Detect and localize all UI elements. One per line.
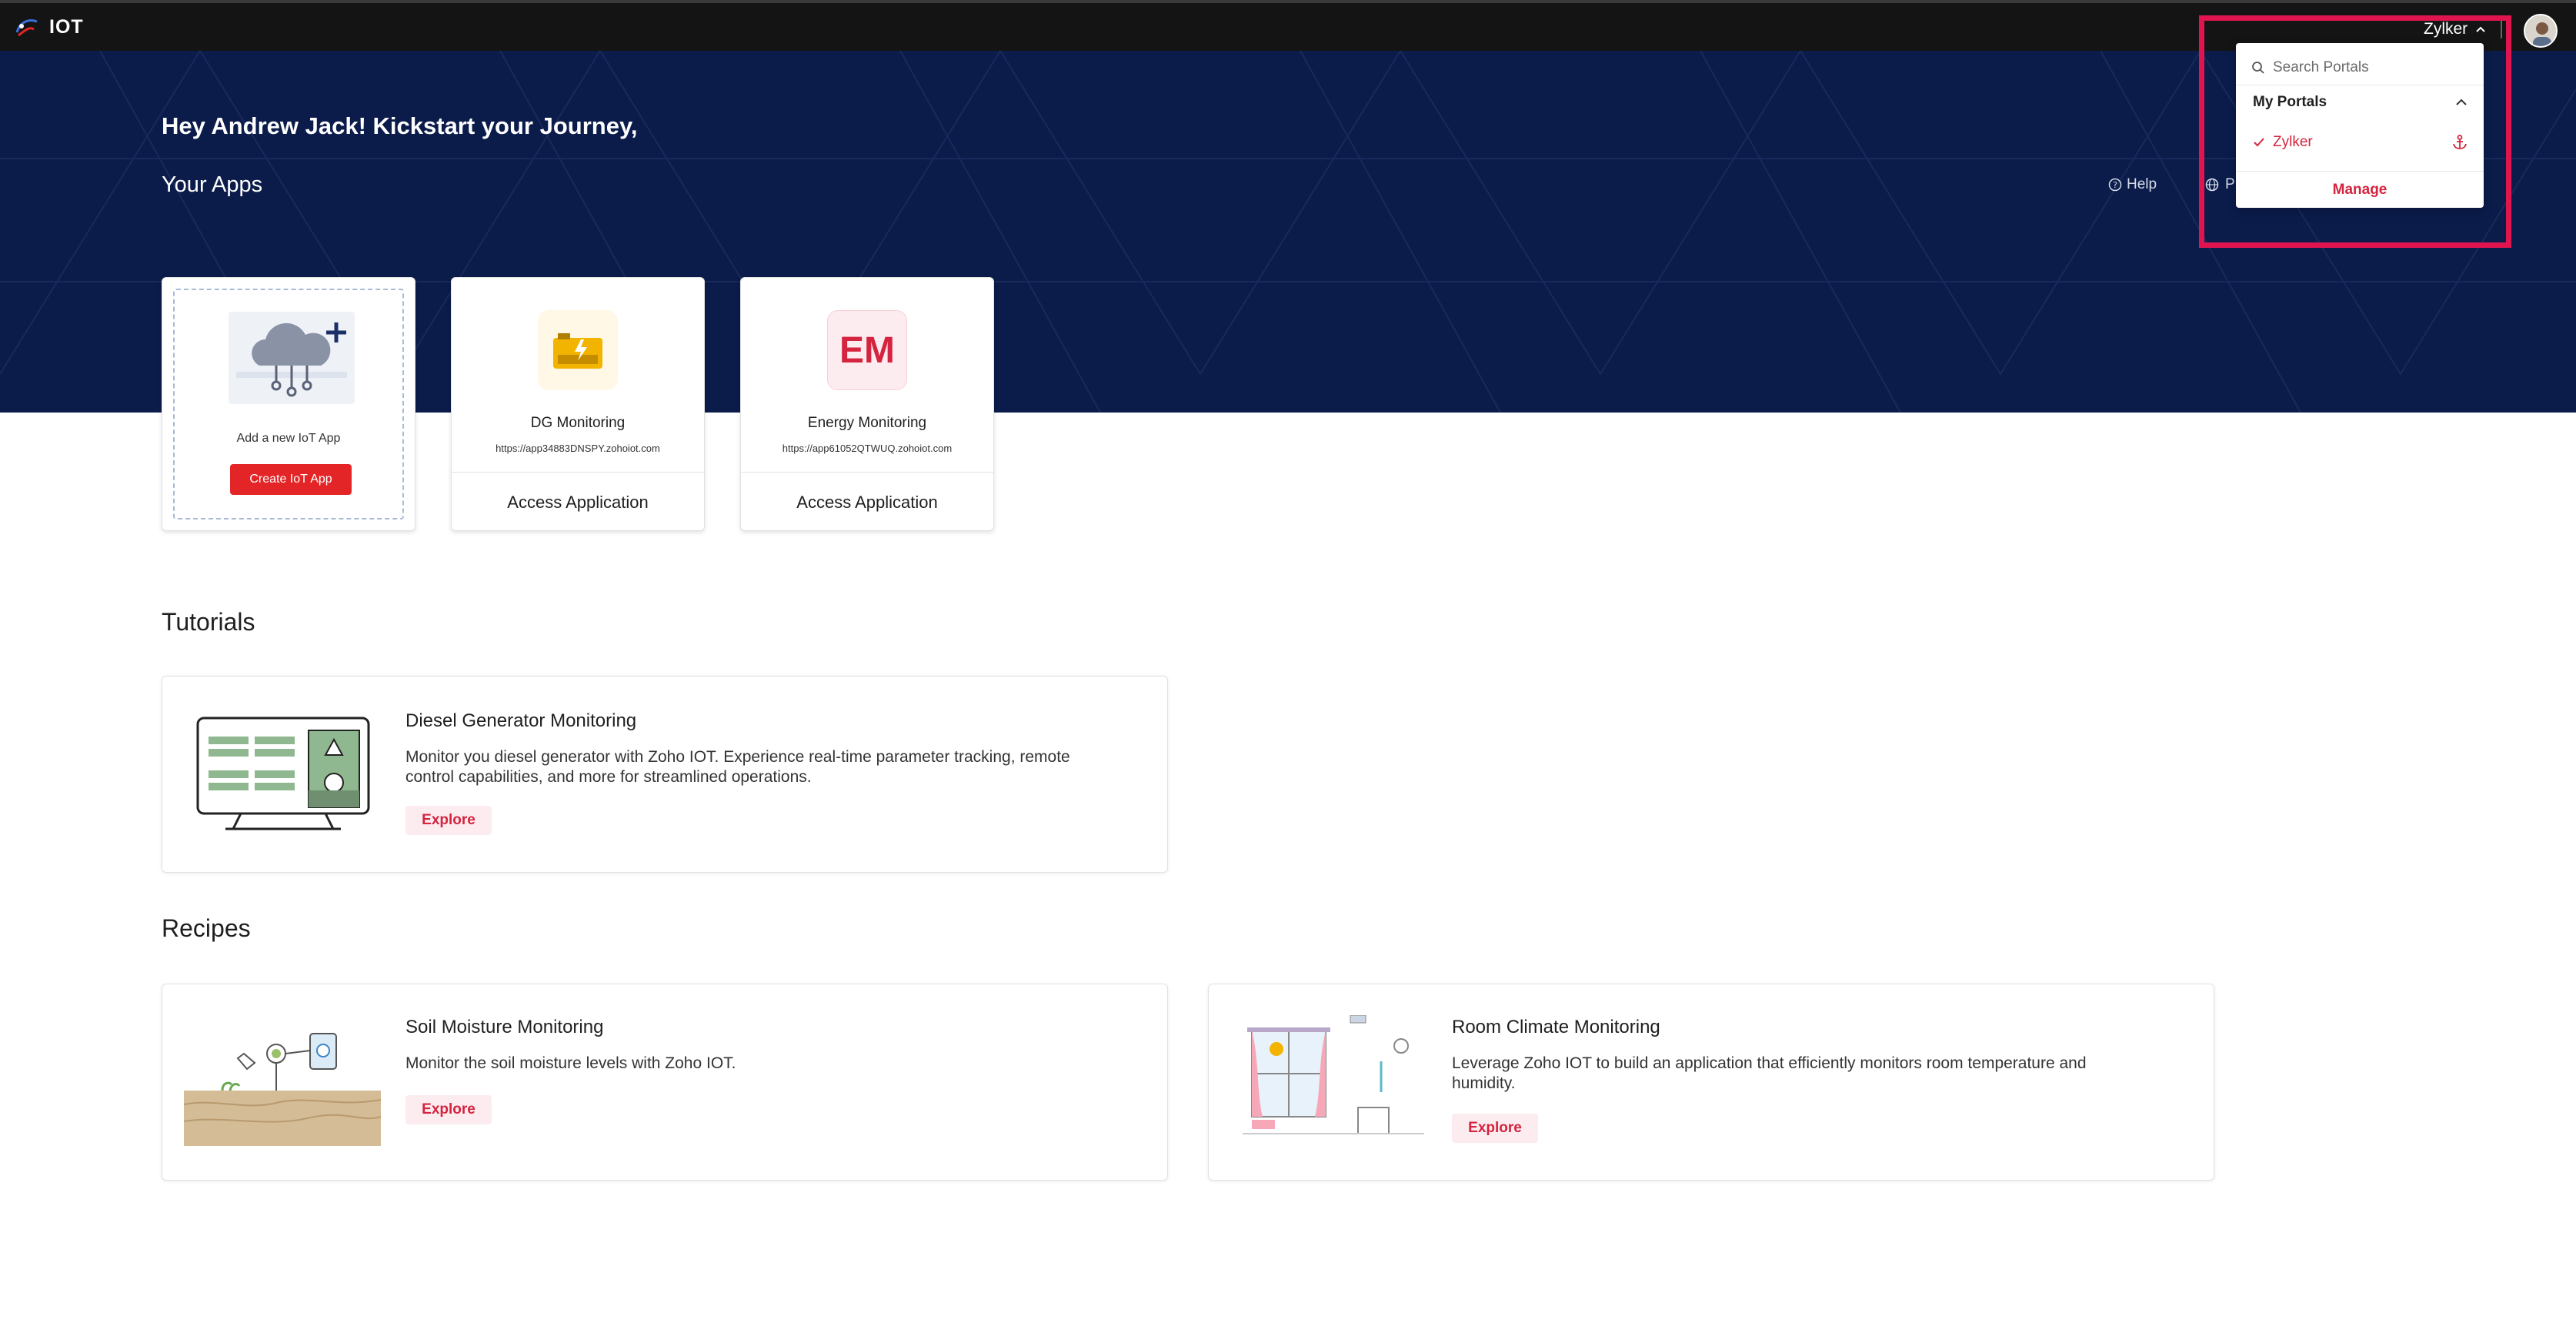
topbar-divider — [2501, 18, 2502, 38]
portal-item-label: Zylker — [2273, 134, 2313, 150]
iot-logo-icon — [15, 19, 38, 37]
soil-moisture-illustration — [184, 1033, 381, 1146]
current-portal-name: Zylker — [2424, 20, 2468, 38]
access-application-button[interactable]: Access Application — [452, 472, 704, 532]
explore-button[interactable]: Explore — [405, 806, 492, 835]
user-avatar-icon — [2525, 15, 2556, 46]
explore-button[interactable]: Explore — [1452, 1114, 1538, 1143]
em-icon-text: EM — [839, 329, 895, 371]
portal-item-main: Zylker — [2253, 134, 2313, 151]
top-bar: IOT Zylker — [0, 0, 2576, 51]
add-app-dropzone: Add a new IoT App Create IoT App — [173, 289, 404, 520]
app-url-label: https://app34883DNSPY.zohoiot.com — [496, 443, 660, 454]
my-portals-heading: My Portals — [2253, 94, 2327, 110]
recipe-description: Monitor the soil moisture levels with Zo… — [405, 1054, 736, 1074]
app-name-label: Energy Monitoring — [807, 415, 927, 431]
recipe-description-line: Monitor the soil moisture levels with Zo… — [405, 1054, 736, 1072]
manage-portals-button[interactable]: Manage — [2236, 172, 2484, 208]
em-app-icon: EM — [827, 310, 907, 390]
app-url-label: https://app61052QTWUQ.zohoiot.com — [782, 443, 953, 454]
dropdown-divider — [2236, 171, 2484, 172]
app-card-energy-monitoring[interactable]: EM Energy Monitoring https://app61052QTW… — [740, 277, 994, 531]
tutorial-title: Diesel Generator Monitoring — [405, 710, 637, 731]
globe-link[interactable]: P — [2205, 176, 2235, 193]
recipe-card-room-climate[interactable]: Room Climate Monitoring Leverage Zoho IO… — [1208, 984, 2214, 1181]
greeting-heading: Hey Andrew Jack! Kickstart your Journey, — [162, 112, 638, 139]
portal-switcher[interactable]: Zylker — [2424, 20, 2486, 38]
search-icon — [2252, 62, 2264, 74]
help-link[interactable]: ? Help — [2108, 176, 2157, 193]
tutorial-description-line: Monitor you diesel generator with Zoho I… — [405, 748, 1070, 766]
add-app-card: Add a new IoT App Create IoT App — [162, 277, 415, 531]
portal-search — [2251, 52, 2468, 83]
your-apps-heading: Your Apps — [162, 172, 263, 197]
app-name-label: DG Monitoring — [530, 415, 626, 431]
globe-link-label: P — [2225, 176, 2235, 192]
cloud-plus-icon — [236, 322, 347, 397]
add-app-label: Add a new IoT App — [236, 432, 341, 445]
room-climate-illustration — [1243, 1015, 1424, 1134]
app-card-dg-monitoring[interactable]: DG Monitoring https://app34883DNSPY.zoho… — [451, 277, 705, 531]
help-label: Help — [2127, 176, 2157, 192]
app-logo[interactable]: IOT — [14, 15, 84, 38]
tutorial-description-line: control capabilities, and more for strea… — [405, 768, 812, 786]
search-portals-input[interactable] — [2273, 59, 2458, 76]
recipes-heading: Recipes — [162, 914, 251, 942]
recipe-card-soil-moisture[interactable]: Soil Moisture Monitoring Monitor the soi… — [162, 984, 1168, 1181]
portal-dropdown: My Portals Zylker Manage — [2236, 43, 2484, 208]
help-circle-icon: ? — [2108, 178, 2122, 192]
app-name: IOT — [49, 15, 84, 38]
globe-icon — [2205, 178, 2219, 192]
recipe-description-line: humidity. — [1452, 1074, 1516, 1092]
recipe-title: Soil Moisture Monitoring — [405, 1017, 604, 1037]
access-application-button[interactable]: Access Application — [741, 472, 993, 532]
check-icon — [2254, 138, 2264, 147]
dg-app-icon — [538, 310, 618, 390]
cloud-illustration — [229, 312, 355, 404]
diesel-dashboard-illustration — [196, 717, 370, 830]
anchor-icon[interactable] — [2451, 134, 2468, 151]
my-portals-toggle[interactable]: My Portals — [2253, 94, 2468, 111]
user-avatar[interactable] — [2524, 14, 2558, 48]
recipe-title: Room Climate Monitoring — [1452, 1017, 1660, 1037]
tutorial-card-diesel-generator[interactable]: Diesel Generator Monitoring Monitor you … — [162, 676, 1168, 873]
generator-icon — [553, 333, 602, 369]
recipe-description: Leverage Zoho IOT to build an applicatio… — [1452, 1054, 2087, 1094]
create-iot-app-button[interactable]: Create IoT App — [230, 464, 352, 495]
svg-text:?: ? — [2113, 180, 2117, 190]
portal-item-zylker[interactable]: Zylker — [2253, 134, 2468, 151]
chevron-up-icon — [2476, 26, 2485, 32]
chevron-up-icon — [2456, 99, 2467, 105]
tutorial-description: Monitor you diesel generator with Zoho I… — [405, 747, 1070, 787]
recipe-description-line: Leverage Zoho IOT to build an applicatio… — [1452, 1054, 2087, 1072]
explore-button[interactable]: Explore — [405, 1095, 492, 1124]
tutorials-heading: Tutorials — [162, 608, 255, 636]
